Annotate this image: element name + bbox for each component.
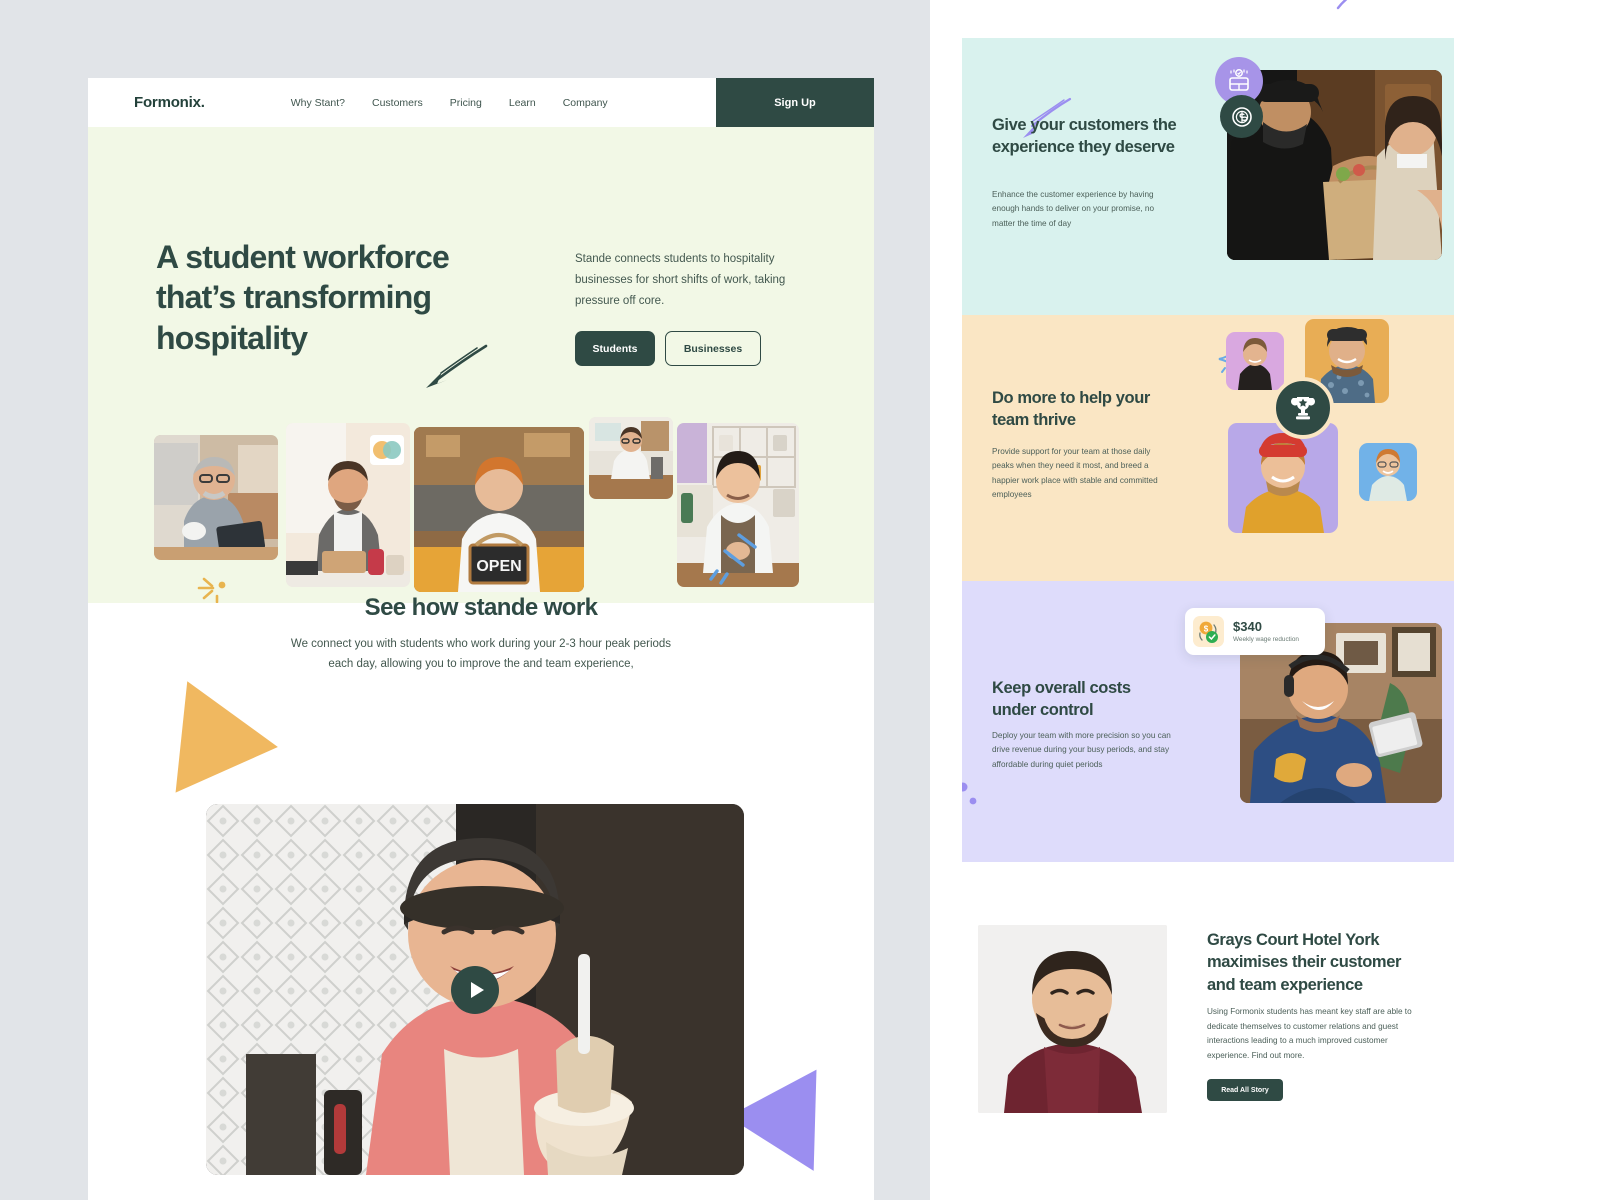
purple-squiggle-top-icon <box>1336 0 1348 10</box>
avatar-1 <box>1226 332 1284 390</box>
nav-link-learn[interactable]: Learn <box>509 97 536 109</box>
screenshot-stage: Formonix. Why Stant? Customers Pricing L… <box>0 0 1600 1200</box>
how-paragraph: We connect you with students who work du… <box>290 638 672 670</box>
brand-logo[interactable]: Formonix. <box>134 94 205 111</box>
hero-button-row: Students Businesses <box>575 331 761 366</box>
how-heading: See how stande work <box>364 594 598 621</box>
hero-paragraph: Stande connects students to hospitality … <box>575 253 786 307</box>
panel-customers-title: Give your customers the experience they … <box>992 116 1177 157</box>
nav-links: Why Stant? Customers Pricing Learn Compa… <box>291 97 608 109</box>
avatar-3 <box>1228 423 1338 533</box>
play-button[interactable] <box>451 965 499 1014</box>
wage-text-group: $340 Weekly wage reduction <box>1233 618 1299 644</box>
panel-team-body: Provide support for your team at those d… <box>992 447 1158 500</box>
hero-heading: A student workforce that’s transforming … <box>156 239 450 356</box>
nav-link-company[interactable]: Company <box>563 97 608 109</box>
orange-triangle-decoration <box>136 658 278 793</box>
left-artboard: Formonix. Why Stant? Customers Pricing L… <box>88 78 874 1200</box>
panel-costs-title: Keep overall costs under control <box>992 679 1131 720</box>
hero-photo-1 <box>154 435 278 560</box>
top-navigation-bar: Formonix. Why Stant? Customers Pricing L… <box>88 78 874 127</box>
nav-link-pricing[interactable]: Pricing <box>450 97 482 109</box>
panel-customers-body: Enhance the customer experience by havin… <box>992 190 1155 228</box>
arrow-squiggle-icon <box>426 344 488 388</box>
story-title: Grays Court Hotel York maximises their c… <box>1207 931 1401 994</box>
svg-text:$: $ <box>1204 625 1209 634</box>
businesses-button[interactable]: Businesses <box>665 331 761 366</box>
panel-team: Do more to help your team thrive Provide… <box>962 315 1454 581</box>
sign-up-button[interactable]: Sign Up <box>716 78 874 127</box>
wage-caption: Weekly wage reduction <box>1233 636 1299 644</box>
purple-sparkle-icon <box>962 782 977 805</box>
students-button[interactable]: Students <box>575 331 655 366</box>
coin-dollar-icon <box>1220 95 1263 138</box>
video-thumbnail[interactable] <box>206 804 744 1175</box>
panel-team-title: Do more to help your team thrive <box>992 389 1150 430</box>
nav-link-customers[interactable]: Customers <box>372 97 423 109</box>
panel-costs-body: Deploy your team with more precision so … <box>992 731 1171 769</box>
right-artboard: Give your customers the experience they … <box>930 0 1600 1200</box>
panel-customers-image <box>1227 70 1442 260</box>
hero-photo-2 <box>286 423 410 587</box>
hero-photo-4 <box>589 417 673 499</box>
wage-reduction-card: $ $340 Weekly wage reduction <box>1185 608 1325 655</box>
blue-ticks-icon <box>709 533 757 585</box>
avatar-4 <box>1359 443 1417 501</box>
panel-customers: Give your customers the experience they … <box>962 38 1454 315</box>
hero-section: A student workforce that’s transforming … <box>88 127 874 603</box>
trophy-icon <box>1272 377 1334 439</box>
story-portrait <box>978 925 1167 1113</box>
hero-photo-3: OPEN <box>414 427 584 592</box>
open-sign-text: OPEN <box>476 558 521 575</box>
story-body: Using Formonix students has meant key st… <box>1207 1007 1412 1060</box>
read-all-story-button[interactable]: Read All Story <box>1207 1079 1283 1101</box>
nav-link-why-stant[interactable]: Why Stant? <box>291 97 345 109</box>
wage-amount: $340 <box>1233 618 1262 634</box>
money-refresh-check-icon: $ <box>1193 616 1224 647</box>
